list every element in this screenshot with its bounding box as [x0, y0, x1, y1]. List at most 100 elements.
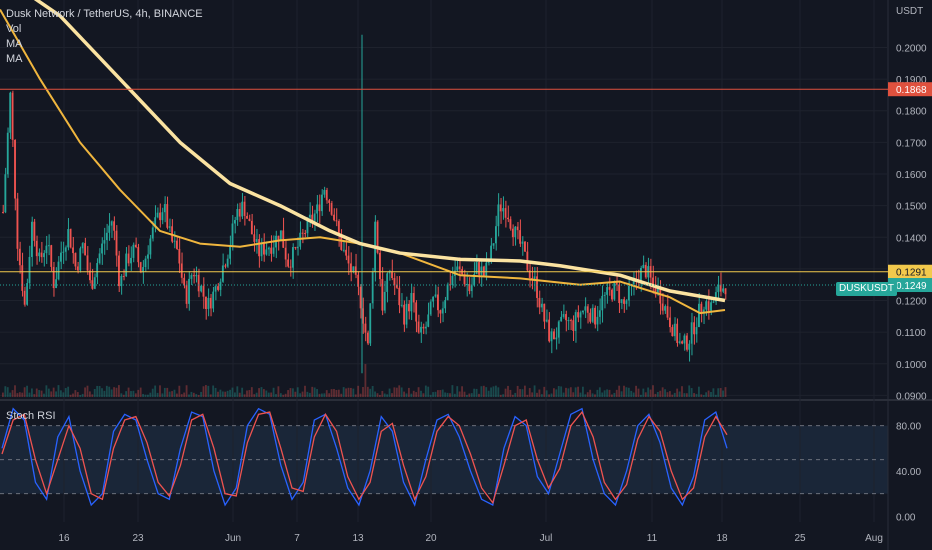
candle-body — [673, 323, 676, 337]
volume-bar — [649, 389, 652, 397]
volume-bar — [548, 394, 550, 397]
candle-body — [446, 284, 449, 301]
candle-body — [272, 247, 275, 254]
volume-bar — [538, 389, 541, 397]
candle-body — [345, 249, 347, 256]
volume-bar — [176, 393, 178, 397]
volume-bar — [499, 394, 502, 397]
volume-bar — [163, 387, 166, 397]
indicator-ma-2[interactable]: MA — [6, 52, 203, 67]
time-tick-label: Aug — [865, 533, 883, 544]
volume-bar — [113, 387, 115, 397]
volume-bar — [702, 394, 705, 397]
volume-bar — [635, 385, 637, 397]
volume-bar — [139, 387, 142, 397]
volume-bar — [403, 391, 405, 397]
candle-body — [383, 291, 386, 311]
volume-bar — [362, 386, 364, 397]
candle-body — [676, 323, 679, 343]
volume-bar — [161, 393, 164, 397]
candle-body — [161, 212, 164, 221]
volume-bar — [130, 391, 132, 397]
volume-bar — [369, 388, 372, 397]
volume-bar — [258, 388, 260, 397]
candle-body — [176, 240, 178, 249]
volume-bar — [400, 387, 403, 397]
candle-body — [313, 213, 316, 221]
volume-bar — [132, 390, 135, 397]
price-tick-label: 0.2000 — [896, 43, 927, 54]
volume-bar — [156, 392, 159, 397]
candle-body — [248, 218, 251, 221]
candle-body — [567, 320, 570, 322]
candle-body — [521, 241, 524, 244]
candle-body — [110, 221, 113, 226]
time-tick-label: 23 — [132, 533, 144, 544]
volume-bar — [188, 394, 190, 397]
volume-bar — [678, 391, 681, 397]
volume-bar — [543, 386, 546, 397]
candle-body — [482, 266, 485, 276]
candle-body — [28, 256, 31, 284]
volume-bar — [427, 386, 430, 397]
candle-body — [623, 299, 625, 304]
time-tick-label: 7 — [294, 533, 300, 544]
price-chart[interactable]: 0.20000.19000.18000.17000.16000.15000.14… — [0, 0, 932, 550]
candle-body — [137, 247, 140, 263]
volume-bar — [717, 388, 720, 397]
candle-body — [565, 314, 567, 321]
candle-body — [282, 230, 285, 248]
volume-bar — [700, 394, 703, 397]
candle-body — [681, 341, 683, 344]
candle-body — [335, 220, 338, 222]
candle-body — [21, 265, 24, 291]
volume-bar — [598, 387, 601, 397]
volume-bar — [55, 391, 57, 397]
volume-bar — [335, 389, 338, 397]
volume-bar — [127, 387, 130, 397]
volume-bar — [2, 392, 4, 397]
volume-bar — [270, 392, 273, 397]
stoch-rsi-title[interactable]: Stoch RSI — [6, 410, 56, 422]
volume-bar — [62, 392, 65, 397]
volume-bar — [289, 388, 292, 397]
indicator-ma-1[interactable]: MA — [6, 37, 203, 52]
volume-bar — [688, 385, 691, 397]
candle-body — [560, 316, 563, 322]
volume-bar — [328, 393, 331, 397]
candle-body — [31, 221, 33, 257]
volume-bar — [91, 394, 94, 397]
volume-bar — [466, 394, 468, 397]
candle-body — [159, 212, 161, 221]
volume-bar — [243, 394, 246, 397]
candle-body — [173, 240, 176, 242]
candle-body — [470, 285, 473, 292]
volume-bar — [110, 389, 113, 397]
candle-body — [366, 332, 369, 344]
volume-bar — [468, 393, 471, 397]
volume-bar — [84, 387, 86, 397]
volume-bar — [260, 387, 263, 397]
candle-body — [688, 343, 691, 350]
candle-body — [147, 254, 149, 259]
candle-body — [497, 204, 500, 227]
candle-body — [480, 266, 483, 275]
volume-bar — [347, 387, 350, 397]
candle-body — [81, 243, 84, 249]
indicator-vol[interactable]: Vol — [6, 22, 203, 37]
volume-bar — [698, 386, 700, 397]
candle-body — [18, 248, 21, 266]
candle-body — [86, 255, 89, 271]
volume-bar — [398, 385, 401, 397]
volume-bar — [200, 391, 202, 397]
volume-bar — [567, 388, 570, 397]
volume-bar — [444, 392, 447, 397]
volume-bar — [507, 385, 509, 397]
candle-body — [115, 230, 118, 256]
candle-body — [492, 243, 495, 246]
volume-bar — [615, 389, 618, 397]
volume-bar — [420, 390, 422, 397]
volume-bar — [74, 390, 77, 397]
volume-bar — [226, 390, 229, 397]
candle-body — [321, 194, 323, 212]
